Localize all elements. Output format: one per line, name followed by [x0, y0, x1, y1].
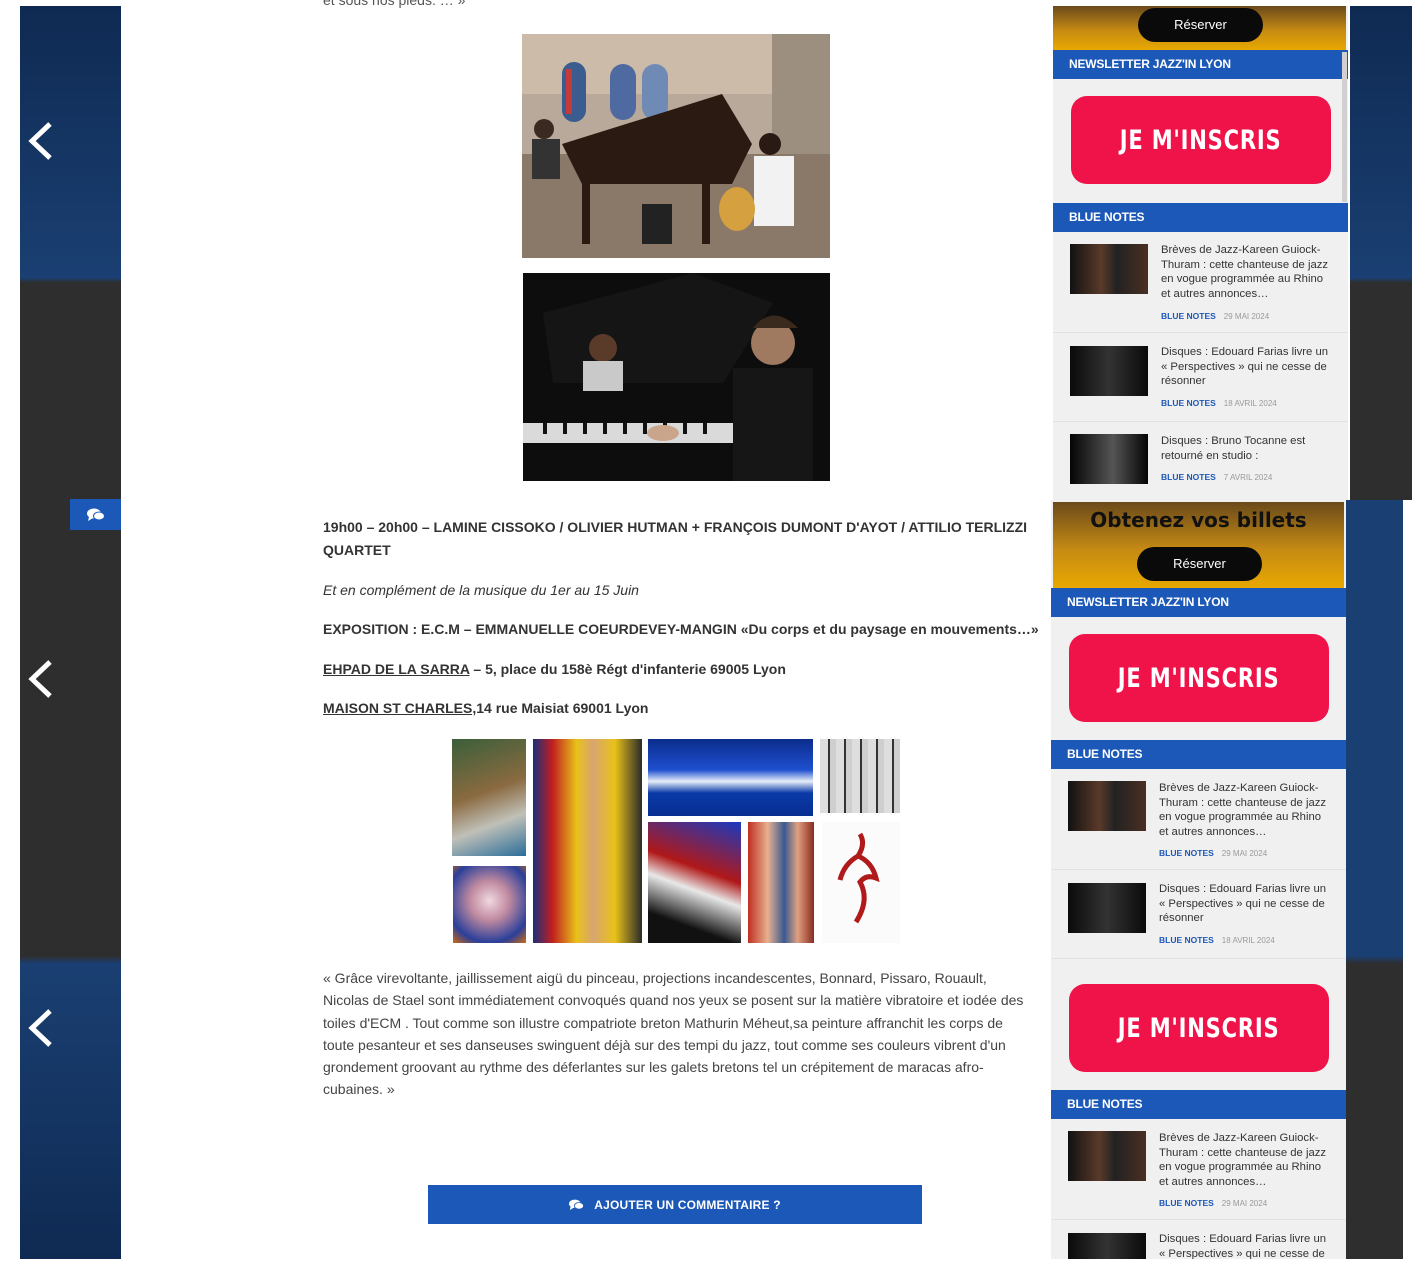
complement-line: Et en complément de la musique du 1er au…	[323, 582, 639, 598]
exposition-line: EXPOSITION : E.C.M – EMMANUELLE COEURDEV…	[323, 621, 1039, 637]
post-meta: BLUE NOTES 7 AVRIL 2024	[1161, 472, 1273, 482]
post-thumbnail	[1070, 434, 1148, 484]
blue-notes-post[interactable]: Disques : Edouard Farias livre un « Pers…	[1053, 333, 1348, 422]
venue-address-2: 14 rue Maisiat 69001 Lyon	[476, 700, 649, 716]
page-bottom-edge	[0, 1259, 1413, 1266]
blue-notes-header: BLUE NOTES	[1053, 203, 1348, 232]
article-top-fragment: et sous nos pieds. … »	[323, 0, 466, 8]
blue-notes-post[interactable]: Disques : Edouard Farias livre un « Pers…	[1051, 870, 1346, 959]
post-thumbnail	[1070, 346, 1148, 396]
post-meta: BLUE NOTES 18 AVRIL 2024	[1159, 935, 1275, 945]
blue-notes-post[interactable]: Disques : Bruno Tocanne est retourné en …	[1053, 422, 1348, 500]
side-band-right-1	[1350, 6, 1412, 500]
post-title: Brèves de Jazz-Kareen Guiock-Thuram : ce…	[1159, 1132, 1327, 1188]
reserver-button[interactable]: Réserver	[1138, 8, 1263, 42]
ticket-banner: Obtenez vos billets Réserver	[1053, 502, 1344, 588]
ticket-title: Obtenez vos billets	[1090, 508, 1307, 532]
ticket-banner: Réserver	[1053, 6, 1346, 50]
newsletter-header: NEWSLETTER JAZZ'IN LYON	[1051, 588, 1346, 617]
post-meta: BLUE NOTES 29 MAI 2024	[1159, 848, 1268, 858]
post-title: Disques : Edouard Farias livre un « Pers…	[1161, 346, 1329, 388]
inscris-button[interactable]: JE M'INSCRIS	[1069, 984, 1329, 1072]
post-title: Disques : Edouard Farias livre un « Pers…	[1159, 1233, 1327, 1260]
painting-artist-portrait	[452, 739, 526, 856]
blue-notes-header: BLUE NOTES	[1051, 1090, 1346, 1119]
venue-link-maison-st-charles[interactable]: MAISON ST CHARLES,	[323, 700, 476, 716]
post-title: Disques : Edouard Farias livre un « Pers…	[1159, 883, 1327, 925]
side-band-left-2	[20, 500, 121, 1260]
blue-notes-header: BLUE NOTES	[1051, 740, 1346, 769]
post-title: Brèves de Jazz-Kareen Guiock-Thuram : ce…	[1161, 244, 1329, 300]
newsletter-header: NEWSLETTER JAZZ'IN LYON	[1053, 50, 1348, 79]
chevron-left-icon[interactable]	[20, 658, 62, 700]
post-thumbnail	[1070, 244, 1148, 294]
post-thumbnail	[1068, 1131, 1146, 1181]
comments-icon	[86, 508, 105, 521]
blue-notes-post[interactable]: Brèves de Jazz-Kareen Guiock-Thuram : ce…	[1051, 769, 1346, 870]
add-comment-button[interactable]: AJOUTER UN COMMENTAIRE ?	[428, 1185, 922, 1224]
sidebar-block-2: Obtenez vos billets Réserver NEWSLETTER …	[1051, 500, 1346, 960]
painting-abstract-rose	[453, 866, 526, 943]
sidebar-block-1: Réserver NEWSLETTER JAZZ'IN LYON JE M'IN…	[1053, 6, 1348, 500]
post-title: Disques : Bruno Tocanne est retourné en …	[1161, 435, 1306, 462]
inscris-button[interactable]: JE M'INSCRIS	[1069, 634, 1329, 722]
add-comment-label: AJOUTER UN COMMENTAIRE ?	[594, 1197, 781, 1212]
venue-address-1: – 5, place du 158è Régt d'infanterie 690…	[469, 661, 786, 677]
painting-seascape	[648, 739, 813, 816]
painting-quote: « Grâce virevoltante, jaillissement aigü…	[323, 970, 1024, 1098]
sidebar-scrollbar[interactable]	[1342, 52, 1347, 202]
reserver-button[interactable]: Réserver	[1137, 547, 1262, 581]
venue-link-ehpad[interactable]: EHPAD DE LA SARRA	[323, 661, 470, 677]
painting-red-dancer	[822, 822, 900, 943]
blue-notes-post[interactable]: Brèves de Jazz-Kareen Guiock-Thuram : ce…	[1051, 1119, 1346, 1220]
venue-line-1: EHPAD DE LA SARRA – 5, place du 158è Rég…	[323, 658, 1033, 681]
concert-photo-church	[522, 34, 830, 258]
comments-icon	[569, 1199, 585, 1210]
painting-figure-yellow	[533, 739, 642, 943]
post-thumbnail	[1068, 1233, 1146, 1260]
post-meta: BLUE NOTES 29 MAI 2024	[1159, 1198, 1268, 1208]
chevron-left-icon[interactable]	[20, 1007, 62, 1049]
comments-tab[interactable]	[70, 499, 121, 530]
post-title: Brèves de Jazz-Kareen Guiock-Thuram : ce…	[1159, 782, 1327, 838]
blue-notes-post[interactable]: Brèves de Jazz-Kareen Guiock-Thuram : ce…	[1053, 232, 1348, 333]
blue-notes-post[interactable]: Disques : Edouard Farias livre un « Pers…	[1051, 1220, 1346, 1260]
concert-photo-piano	[523, 273, 830, 481]
sidebar-block-3: JE M'INSCRIS BLUE NOTES Brèves de Jazz-K…	[1051, 960, 1346, 1260]
chevron-left-icon[interactable]	[20, 120, 62, 162]
painting-abstract-red	[648, 822, 741, 943]
inscris-button[interactable]: JE M'INSCRIS	[1071, 96, 1331, 184]
side-band-right-2	[1346, 500, 1403, 1260]
venue-line-2: MAISON ST CHARLES,14 rue Maisiat 69001 L…	[323, 697, 1033, 720]
side-band-left-1	[20, 6, 121, 500]
post-meta: BLUE NOTES 18 AVRIL 2024	[1161, 398, 1277, 408]
painting-sketch-figures	[820, 739, 900, 813]
post-thumbnail	[1068, 883, 1146, 933]
painting-couple	[748, 822, 814, 943]
post-thumbnail	[1068, 781, 1146, 831]
post-meta: BLUE NOTES 29 MAI 2024	[1161, 311, 1270, 321]
concert-line: 19h00 – 20h00 – LAMINE CISSOKO / OLIVIER…	[323, 519, 1028, 558]
